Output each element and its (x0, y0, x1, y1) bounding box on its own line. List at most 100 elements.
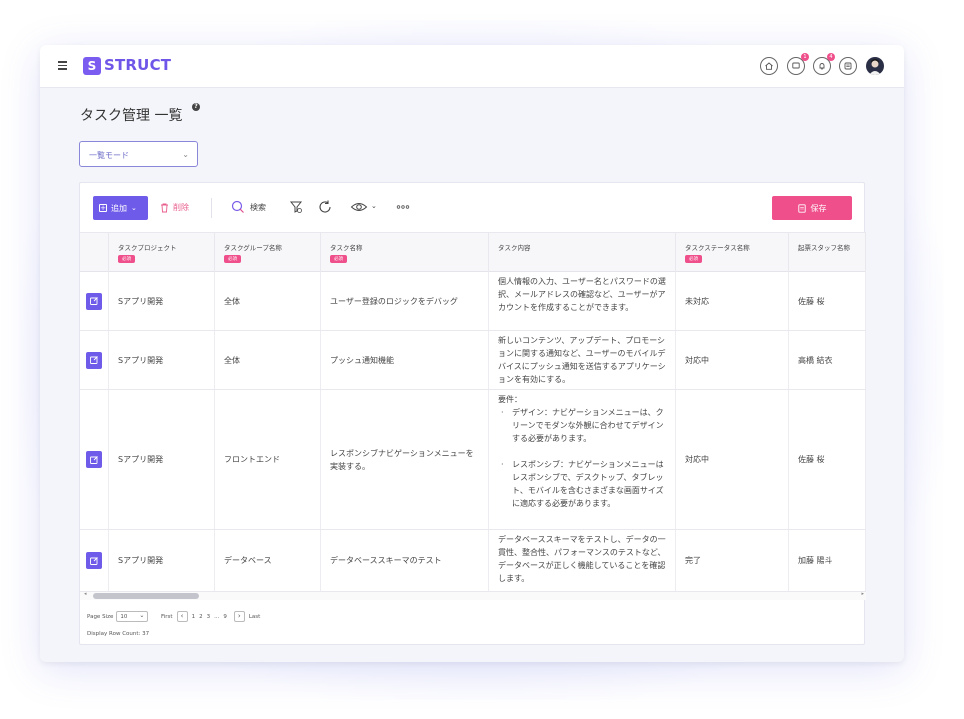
cell-task-name[interactable]: レスポンシブナビゲーションメニューを実装する。 (321, 390, 489, 529)
cell-project[interactable]: Sアプリ開発 (109, 331, 215, 389)
delete-button[interactable]: 削除 (160, 202, 189, 213)
save-button[interactable]: 保存 (772, 196, 852, 220)
column-label: タスクプロジェクト (118, 244, 177, 252)
scroll-left-icon[interactable]: ◂ (84, 591, 87, 597)
cell-status[interactable]: 完了 (676, 530, 789, 591)
prev-page-button[interactable]: ‹ (176, 611, 188, 622)
cell-status[interactable]: 対応中 (676, 331, 789, 389)
cell-staff[interactable]: 加藤 陽斗 (789, 530, 866, 591)
refresh-icon[interactable] (317, 199, 333, 215)
last-page-link[interactable]: Last (249, 614, 260, 620)
cell-status[interactable]: 未対応 (676, 272, 789, 330)
cell-status[interactable]: 対応中 (676, 390, 789, 529)
chevron-down-icon[interactable]: ⌄ (371, 202, 377, 210)
cell-group[interactable]: フロントエンド (215, 390, 321, 529)
cell-task-name[interactable]: プッシュ通知機能 (321, 331, 489, 389)
pagination-footer: Page Size 10 ⌄ First ‹ 1 2 3 ... 9 › Las… (80, 603, 866, 645)
cell-staff[interactable]: 高橋 結衣 (789, 331, 866, 389)
filter-icon[interactable] (288, 199, 304, 215)
edit-cell (80, 530, 109, 591)
column-header-staff[interactable]: 起票スタッフ名称 (789, 233, 866, 273)
first-page-link[interactable]: First (161, 614, 173, 620)
column-header-task-name[interactable]: タスク名称 必須 (321, 233, 489, 273)
chat-icon[interactable]: 1 (787, 53, 809, 75)
cell-task-name[interactable]: データベーススキーマのテスト (321, 530, 489, 591)
pager: First ‹ 1 2 3 ... 9 › Last (161, 611, 260, 622)
add-button-label: 追加 (111, 203, 127, 213)
table-header: タスクプロジェクト 必須 タスクグループ名称 必須 タスク名称 必須 タスク内容… (80, 232, 866, 273)
content-bullet-text: レスポンシブ：ナビゲーションメニューはレスポンシブで、デスクトップ、タブレット、… (512, 460, 664, 508)
edit-row-button[interactable] (86, 552, 102, 569)
cell-staff[interactable]: 佐藤 桜 (789, 390, 866, 529)
page-link[interactable]: 1 (192, 614, 196, 620)
required-badge: 必須 (330, 255, 347, 263)
task-table: タスクプロジェクト 必須 タスクグループ名称 必須 タスク名称 必須 タスク内容… (80, 232, 866, 592)
chevron-down-icon: ⌄ (131, 204, 137, 212)
top-bar: S STRUCT 1 4 (40, 45, 904, 88)
column-header-edit (80, 233, 109, 273)
cell-project[interactable]: Sアプリ開発 (109, 390, 215, 529)
column-label: タスクグループ名称 (224, 244, 282, 252)
table-row: Sアプリ開発 フロントエンド レスポンシブナビゲーションメニューを実装する。 要… (80, 390, 866, 530)
required-badge: 必須 (224, 255, 241, 263)
column-header-status[interactable]: タスクステータス名称 必須 (676, 233, 789, 273)
table-row: Sアプリ開発 全体 プッシュ通知機能 新しいコンテンツ、アップデート、プロモーシ… (80, 331, 866, 390)
column-header-group[interactable]: タスクグループ名称 必須 (215, 233, 321, 273)
edit-cell (80, 390, 109, 529)
horizontal-scrollbar[interactable]: ◂ ▸ (80, 591, 866, 600)
content-bullet: · デザイン：ナビゲーションメニューは、クリーンでモダンな外観に合わせてデザイン… (498, 406, 666, 445)
home-icon[interactable] (760, 57, 778, 75)
more-icon[interactable] (395, 199, 411, 215)
help-icon[interactable]: ? (192, 103, 200, 111)
scrollbar-thumb[interactable] (93, 593, 199, 599)
mode-select[interactable]: 一覧モード ⌄ (79, 141, 198, 167)
column-header-project[interactable]: タスクプロジェクト 必須 (109, 233, 215, 273)
save-button-label: 保存 (810, 203, 827, 213)
page-link[interactable]: 9 (223, 614, 227, 620)
add-button[interactable]: + 追加 ⌄ (93, 196, 148, 220)
column-label: タスクステータス名称 (685, 244, 750, 252)
search-button[interactable]: 検索 (231, 200, 266, 214)
cell-task-name[interactable]: ユーザー登録のロジックをデバッグ (321, 272, 489, 330)
edit-row-button[interactable] (86, 292, 102, 310)
chevron-down-icon: ⌄ (139, 612, 145, 619)
cell-group[interactable]: 全体 (215, 272, 321, 330)
logo-text: STRUCT (104, 56, 172, 74)
cell-task-content[interactable]: 個人情報の入力、ユーザー名とパスワードの選択、メールアドレスの確認など、ユーザー… (489, 272, 676, 330)
bell-icon[interactable]: 4 (813, 53, 835, 75)
edit-icon (90, 297, 98, 305)
notes-icon[interactable] (839, 57, 857, 75)
page-title: タスク管理 一覧 (80, 108, 183, 124)
content-bullet-text: デザイン：ナビゲーションメニューは、クリーンでモダンな外観に合わせてデザインする… (512, 408, 664, 443)
page-link[interactable]: 3 (207, 614, 211, 620)
column-label: 起票スタッフ名称 (798, 244, 850, 252)
edit-icon (90, 356, 98, 364)
next-page-button[interactable]: › (233, 611, 245, 622)
hamburger-menu-icon[interactable] (58, 59, 70, 73)
cell-staff[interactable]: 佐藤 桜 (789, 272, 866, 330)
avatar[interactable] (866, 57, 884, 75)
cell-group[interactable]: データベース (215, 530, 321, 591)
cell-task-content[interactable]: データベーススキーマをテストし、データの一貫性、整合性、パフォーマンスのテストな… (489, 530, 676, 591)
page-ellipsis: ... (214, 613, 220, 620)
mode-select-value: 一覧モード (89, 151, 129, 160)
scroll-right-icon[interactable]: ▸ (861, 591, 864, 597)
edit-row-button[interactable] (86, 451, 102, 468)
bell-badge: 4 (827, 53, 835, 61)
cell-task-content[interactable]: 新しいコンテンツ、アップデート、プロモーションに関する通知など、ユーザーのモバイ… (489, 331, 676, 389)
page-size-select[interactable]: 10 ⌄ (116, 611, 149, 622)
eye-icon[interactable] (350, 199, 368, 215)
cell-task-content[interactable]: 要件： · デザイン：ナビゲーションメニューは、クリーンでモダンな外観に合わせて… (489, 390, 676, 529)
page-size-value: 10 (120, 614, 128, 620)
edit-row-button[interactable] (86, 351, 102, 369)
cell-project[interactable]: Sアプリ開発 (109, 530, 215, 591)
toolbar-divider (211, 198, 212, 218)
required-badge: 必須 (118, 255, 135, 263)
page-size-control: Page Size 10 ⌄ (87, 611, 149, 622)
cell-group[interactable]: 全体 (215, 331, 321, 389)
column-header-task-content[interactable]: タスク内容 (489, 233, 676, 273)
edit-cell (80, 272, 109, 330)
chat-badge: 1 (801, 53, 809, 61)
cell-project[interactable]: Sアプリ開発 (109, 272, 215, 330)
page-link[interactable]: 2 (199, 614, 203, 620)
